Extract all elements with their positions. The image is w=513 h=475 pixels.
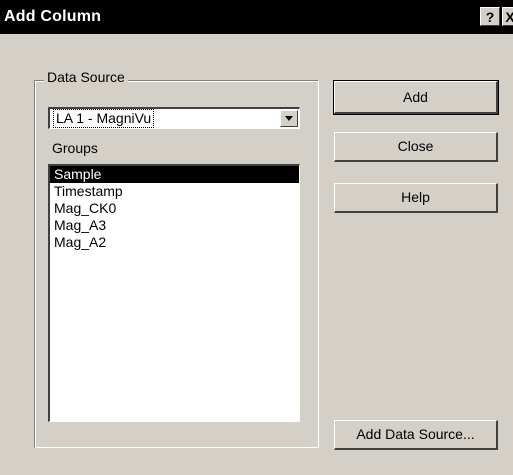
title-bar[interactable]: Add Column ? X	[0, 0, 513, 34]
groups-list-item-timestamp[interactable]: Timestamp	[50, 183, 299, 200]
add-column-dialog: Add Column ? X Data Source LA 1 - MagniV…	[0, 0, 513, 475]
groups-list-item-mag-ck0[interactable]: Mag_CK0	[50, 200, 299, 217]
help-button[interactable]: Help	[334, 183, 498, 213]
add-button[interactable]: Add	[333, 80, 499, 115]
close-button[interactable]: Close	[334, 132, 498, 162]
window-title: Add Column	[4, 8, 102, 25]
data-source-select[interactable]: LA 1 - MagniVu	[48, 107, 300, 129]
data-source-group-label: Data Source	[44, 69, 128, 85]
groups-listbox[interactable]: Sample Timestamp Mag_CK0 Mag_A3 Mag_A2	[48, 164, 300, 422]
chevron-down-icon	[285, 116, 293, 121]
groups-list-item-mag-a3[interactable]: Mag_A3	[50, 217, 299, 234]
dropdown-button[interactable]	[280, 110, 298, 127]
groups-list-item-mag-a2[interactable]: Mag_A2	[50, 234, 299, 251]
groups-list-item-sample[interactable]: Sample	[50, 166, 299, 183]
help-titlebar-button[interactable]: ?	[480, 7, 500, 26]
data-source-selected-value: LA 1 - MagniVu	[52, 109, 155, 128]
add-data-source-button[interactable]: Add Data Source...	[334, 420, 498, 450]
close-titlebar-button[interactable]: X	[502, 7, 513, 26]
groups-label: Groups	[52, 140, 98, 156]
